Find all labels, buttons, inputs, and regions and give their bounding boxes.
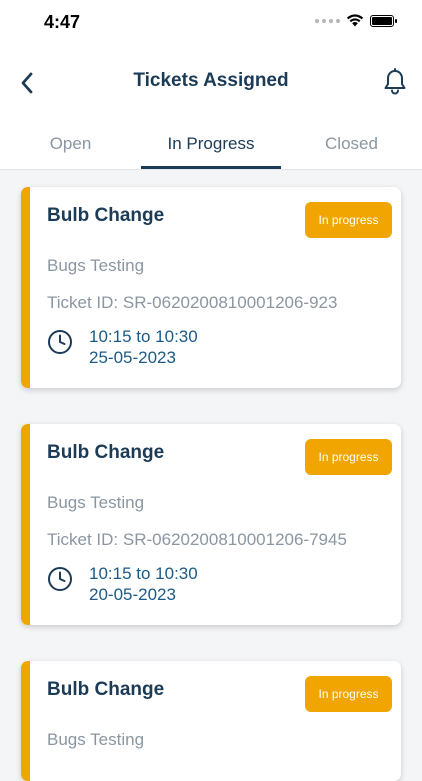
cellular-signal-icon [315, 18, 340, 23]
page-title: Tickets Assigned [133, 70, 289, 91]
ticket-card[interactable]: Bulb Change In progress Bugs Testing Tic… [21, 424, 401, 625]
ticket-title: Bulb Change [47, 205, 165, 226]
ticket-category: Bugs Testing [47, 493, 145, 512]
ticket-date: 25-05-2023 [89, 348, 176, 367]
ticket-category: Bugs Testing [47, 256, 145, 275]
clock-icon [48, 330, 72, 354]
wifi-icon [346, 14, 364, 27]
ticket-time-range: 10:15 to 10:30 [89, 327, 198, 346]
status-badge: In progress [305, 202, 392, 238]
status-badge: In progress [305, 439, 392, 475]
ticket-id: Ticket ID: SR-0620200810001206-7945 [47, 530, 347, 549]
card-accent-bar [21, 661, 30, 781]
status-badge: In progress [305, 676, 392, 712]
ticket-id: Ticket ID: SR-0620200810001206-923 [47, 293, 338, 312]
status-bar: 4:47 [0, 0, 422, 48]
card-accent-bar [21, 187, 30, 388]
card-accent-bar [21, 424, 30, 625]
status-icons [315, 14, 397, 27]
tab-in-progress[interactable]: In Progress [141, 118, 281, 169]
ticket-category: Bugs Testing [47, 730, 145, 749]
ticket-title: Bulb Change [47, 679, 165, 700]
ticket-title: Bulb Change [47, 442, 165, 463]
tab-open[interactable]: Open [0, 118, 141, 169]
notifications-button[interactable] [380, 66, 410, 98]
status-tabs: Open In Progress Closed [0, 118, 422, 170]
ticket-date: 20-05-2023 [89, 585, 176, 604]
ticket-schedule: 10:15 to 10:30 25-05-2023 [89, 326, 198, 368]
ticket-schedule: 10:15 to 10:30 20-05-2023 [89, 563, 198, 605]
battery-icon [370, 14, 397, 27]
app-header: Tickets Assigned [0, 48, 422, 118]
ticket-card[interactable]: Bulb Change In progress Bugs Testing [21, 661, 401, 781]
bell-icon [384, 68, 406, 95]
status-time: 4:47 [44, 12, 81, 32]
ticket-card[interactable]: Bulb Change In progress Bugs Testing Tic… [21, 187, 401, 388]
ticket-time-range: 10:15 to 10:30 [89, 564, 198, 583]
active-tab-indicator [141, 166, 281, 169]
tab-closed[interactable]: Closed [281, 118, 422, 169]
clock-icon [48, 567, 72, 591]
